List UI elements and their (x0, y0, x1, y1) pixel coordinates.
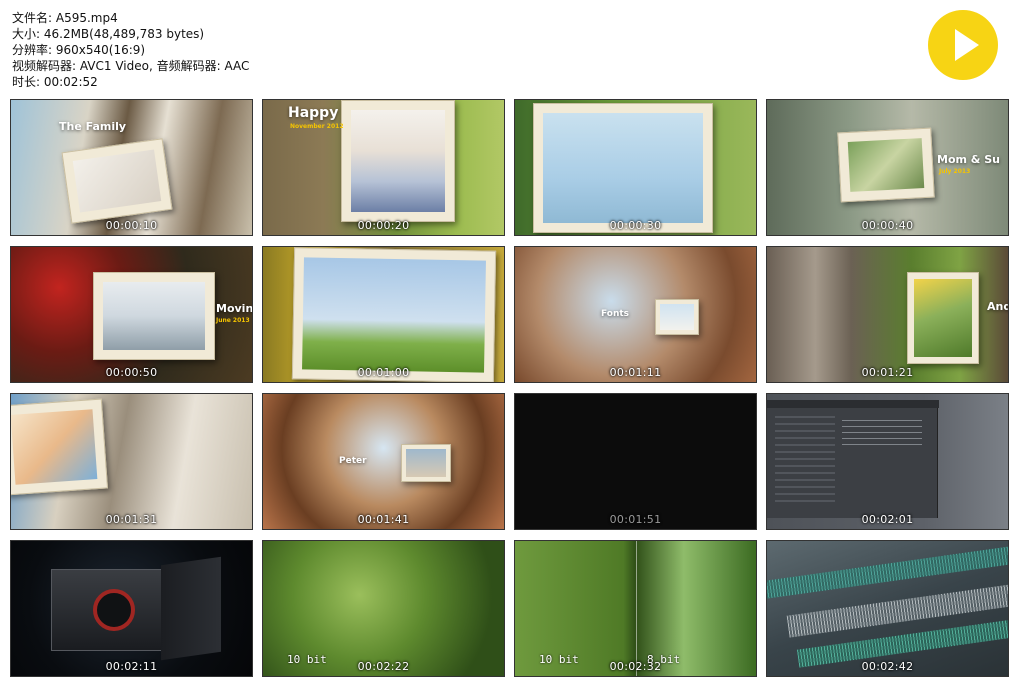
ui-text-lines (842, 420, 922, 450)
thumbnail-3[interactable]: 00:00:30 (514, 99, 757, 236)
split-divider (636, 541, 637, 676)
thumbnail-timestamp: 00:00:20 (357, 219, 410, 232)
thumbnail-caption: The Family (59, 120, 127, 133)
thumbnail-timestamp: 00:02:11 (105, 660, 158, 673)
thumbnail-caption: Movin (216, 302, 253, 315)
thumbnail-timestamp: 00:01:31 (105, 513, 158, 526)
thumbnail-timestamp: 00:00:40 (861, 219, 914, 232)
photo-frame (291, 247, 497, 382)
thumbnail-timestamp: 00:01:11 (609, 366, 662, 379)
thumbnail-caption: Mom & Su (937, 153, 1000, 166)
duration-line: 时长: 00:02:52 (12, 75, 98, 89)
thumbnail-subtitle: November 2012 (290, 123, 344, 130)
thumbnail-grid: The Family 00:00:10 Happy November 2012 … (10, 99, 1009, 677)
photo-frame (837, 127, 935, 203)
thumbnail-timestamp: 00:02:32 (609, 660, 662, 673)
camera-lens-mount (93, 589, 135, 631)
thumbnail-timestamp: 00:01:51 (609, 513, 662, 526)
resolution-line: 分辨率: 960x540(16:9) (12, 43, 146, 57)
thumbnail-12[interactable]: 00:02:01 (766, 393, 1009, 530)
thumbnail-timestamp: 00:01:00 (357, 366, 410, 379)
thumbnail-caption: Peter (339, 456, 367, 466)
thumbnail-timestamp: 00:02:42 (861, 660, 914, 673)
file-info-panel: 文件名: A595.mp4 大小: 46.2MB(48,489,783 byte… (12, 10, 249, 90)
thumbnail-caption: And (987, 300, 1009, 313)
play-circle-icon[interactable] (928, 10, 998, 80)
thumbnail-10[interactable]: Peter 00:01:41 (262, 393, 505, 530)
file-size-line: 大小: 46.2MB(48,489,783 bytes) (12, 27, 205, 41)
thumbnail-7[interactable]: Fonts 00:01:11 (514, 246, 757, 383)
thumbnail-4[interactable]: Mom & Su July 2013 00:00:40 (766, 99, 1009, 236)
thumbnail-timestamp: 00:00:30 (609, 219, 662, 232)
photo-frame (655, 299, 699, 335)
ui-panel-header (767, 400, 939, 408)
thumbnail-8[interactable]: And 00:01:21 (766, 246, 1009, 383)
camera-matte-box (161, 556, 221, 661)
photo-frame (11, 398, 109, 496)
thumbnail-subtitle: June 2013 (216, 317, 250, 324)
thumbnail-15[interactable]: 10 bit 8 bit 00:02:32 (514, 540, 757, 677)
thumbnail-caption: Happy (288, 105, 339, 121)
thumbnail-16[interactable]: 00:02:42 (766, 540, 1009, 677)
thumbnail-timestamp: 00:01:21 (861, 366, 914, 379)
thumbnail-11[interactable]: 00:01:51 (514, 393, 757, 530)
thumbnail-timestamp: 00:02:22 (357, 660, 410, 673)
codec-line: 视频解码器: AVC1 Video, 音频解码器: AAC (12, 59, 250, 73)
thumbnail-5[interactable]: Movin June 2013 00:00:50 (10, 246, 253, 383)
photo-frame (907, 272, 979, 364)
file-name-line: 文件名: A595.mp4 (12, 11, 118, 25)
thumbnail-subtitle: July 2013 (939, 168, 971, 175)
ui-list-lines (775, 416, 835, 506)
photo-frame (401, 444, 451, 482)
thumbnail-13[interactable]: 00:02:11 (10, 540, 253, 677)
thumbnail-timestamp: 00:01:41 (357, 513, 410, 526)
thumbnail-timestamp: 00:02:01 (861, 513, 914, 526)
thumbnail-timestamp: 00:00:10 (105, 219, 158, 232)
thumbnail-14[interactable]: 10 bit 00:02:22 (262, 540, 505, 677)
photo-frame (533, 103, 713, 233)
photo-frame (61, 138, 173, 224)
photo-frame (341, 100, 455, 222)
thumbnail-timestamp: 00:00:50 (105, 366, 158, 379)
thumbnail-2[interactable]: Happy November 2012 00:00:20 (262, 99, 505, 236)
photo-frame (93, 272, 215, 360)
thumbnail-9[interactable]: 00:01:31 (10, 393, 253, 530)
thumbnail-6[interactable]: 00:01:00 (262, 246, 505, 383)
thumbnail-1[interactable]: The Family 00:00:10 (10, 99, 253, 236)
thumbnail-caption: Fonts (601, 309, 630, 319)
